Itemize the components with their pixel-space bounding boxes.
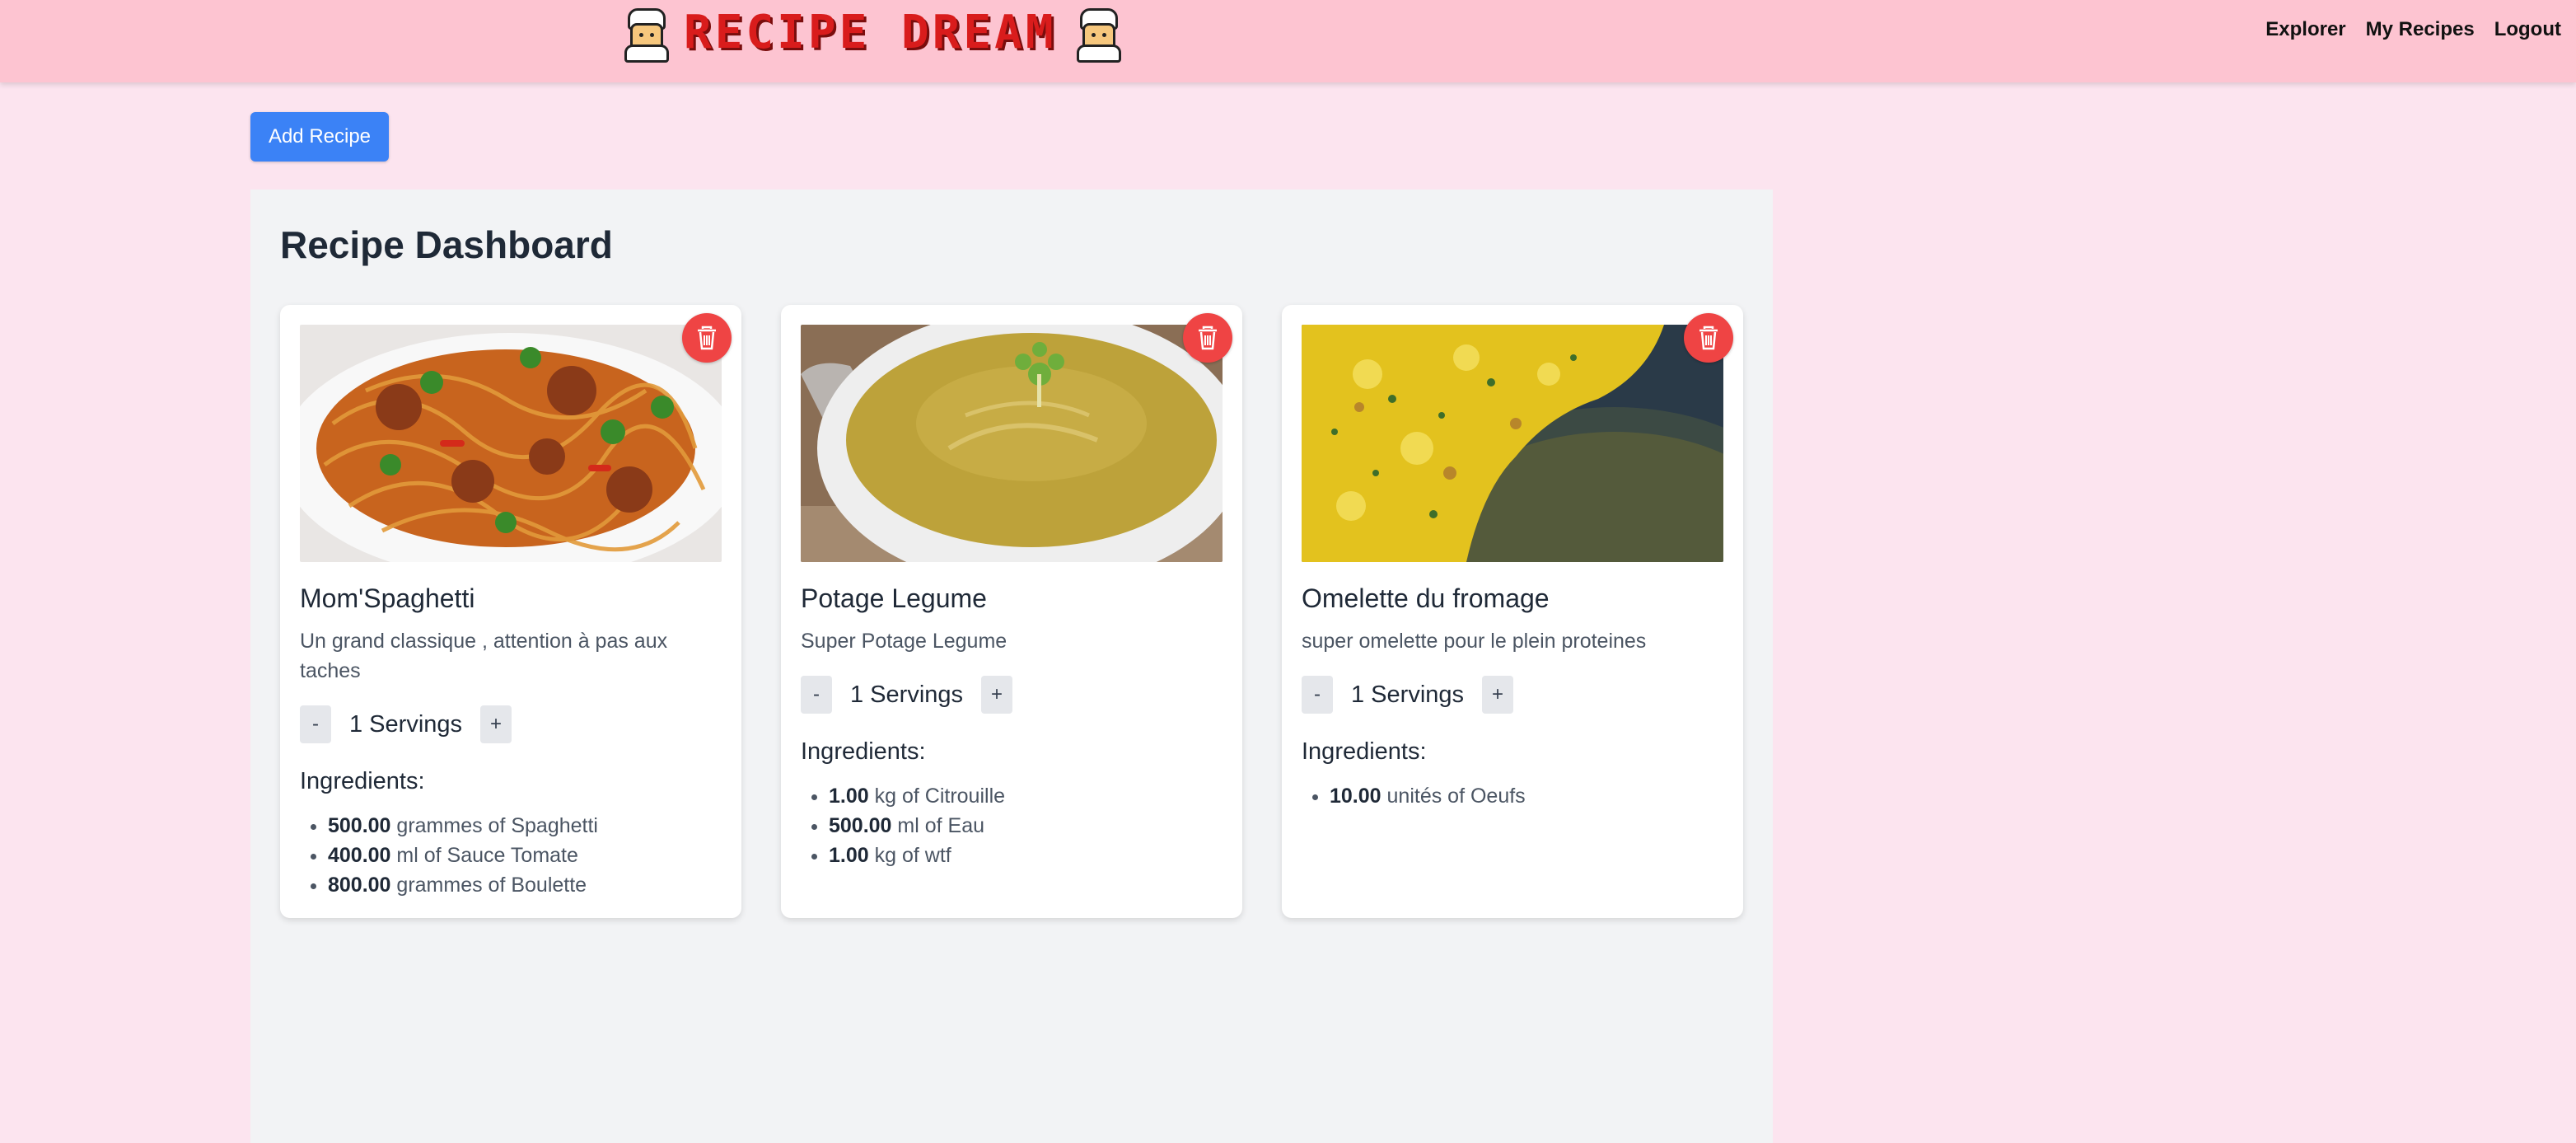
- servings-stepper: - 1 Servings +: [801, 676, 1013, 714]
- servings-count: 1 Servings: [349, 710, 463, 738]
- ingredient-quantity: 500.00: [328, 814, 391, 837]
- trash-icon: [1699, 326, 1718, 350]
- ingredients-heading: Ingredients:: [300, 768, 425, 794]
- delete-recipe-button[interactable]: [1183, 313, 1232, 363]
- servings-stepper: - 1 Servings +: [1302, 676, 1514, 714]
- decrease-servings-button[interactable]: -: [801, 676, 832, 714]
- ingredient-item: 800.00 grammes of Boulette: [328, 870, 598, 900]
- ingredients-heading: Ingredients:: [1302, 738, 1427, 765]
- trash-icon: [698, 326, 716, 350]
- servings-count: 1 Servings: [850, 681, 964, 708]
- ingredient-quantity: 500.00: [829, 814, 892, 837]
- decrease-servings-button[interactable]: -: [1302, 676, 1333, 714]
- dashboard-panel: Recipe Dashboard Mom'Spaghetti Un grand …: [250, 190, 1773, 1143]
- delete-recipe-button[interactable]: [1684, 313, 1733, 363]
- top-header: RECIPE DREAM Explorer My Recipes Logout: [0, 0, 2576, 82]
- ingredient-item: 1.00 kg of wtf: [829, 841, 1005, 870]
- increase-servings-button[interactable]: +: [1482, 676, 1514, 714]
- add-recipe-button[interactable]: Add Recipe: [250, 112, 389, 162]
- increase-servings-button[interactable]: +: [981, 676, 1013, 714]
- nav-my-recipes[interactable]: My Recipes: [2366, 18, 2475, 41]
- decrease-servings-button[interactable]: -: [300, 705, 331, 743]
- ingredient-text: grammes of Boulette: [396, 874, 587, 897]
- ingredients-list: 10.00 unités of Oeufs: [1302, 781, 1526, 811]
- ingredient-quantity: 1.00: [829, 844, 869, 867]
- recipe-description: Un grand classique , attention à pas aux…: [300, 630, 668, 682]
- recipe-image-omelette: [1302, 325, 1723, 562]
- ingredients-heading: Ingredients:: [801, 738, 926, 765]
- recipe-card: Omelette du fromage super omelette pour …: [1282, 305, 1743, 918]
- recipe-title: Potage Legume: [801, 583, 987, 613]
- recipe-title: Mom'Spaghetti: [300, 583, 475, 613]
- page-title: Recipe Dashboard: [280, 223, 613, 266]
- ingredient-item: 500.00 ml of Eau: [829, 811, 1005, 841]
- ingredient-text: unités of Oeufs: [1386, 785, 1526, 808]
- ingredient-item: 10.00 unités of Oeufs: [1330, 781, 1526, 811]
- recipe-card: Potage Legume Super Potage Legume - 1 Se…: [781, 305, 1242, 918]
- nav-logout[interactable]: Logout: [2494, 18, 2561, 41]
- ingredient-quantity: 1.00: [829, 785, 869, 808]
- recipe-description: super omelette pour le plein proteines: [1302, 630, 1647, 653]
- brand-title: RECIPE DREAM: [684, 5, 1057, 59]
- ingredient-text: kg of Citrouille: [874, 785, 1006, 808]
- ingredient-item: 1.00 kg of Citrouille: [829, 781, 1005, 811]
- nav-menu: Explorer My Recipes Logout: [2265, 18, 2561, 41]
- ingredient-text: ml of Sauce Tomate: [396, 844, 578, 867]
- recipe-title: Omelette du fromage: [1302, 583, 1550, 613]
- nav-explorer[interactable]: Explorer: [2265, 18, 2345, 41]
- brand[interactable]: RECIPE DREAM: [619, 5, 1121, 63]
- delete-recipe-button[interactable]: [682, 313, 732, 363]
- ingredient-text: grammes of Spaghetti: [396, 814, 598, 837]
- increase-servings-button[interactable]: +: [480, 705, 512, 743]
- recipe-image-potage: [801, 325, 1223, 562]
- chef-icon: [619, 7, 669, 63]
- ingredient-item: 500.00 grammes of Spaghetti: [328, 811, 598, 841]
- servings-stepper: - 1 Servings +: [300, 705, 512, 743]
- ingredient-text: ml of Eau: [897, 814, 985, 837]
- ingredients-list: 500.00 grammes of Spaghetti 400.00 ml of…: [300, 811, 598, 900]
- ingredient-quantity: 10.00: [1330, 785, 1382, 808]
- ingredient-text: kg of wtf: [874, 844, 951, 867]
- ingredient-item: 400.00 ml of Sauce Tomate: [328, 841, 598, 870]
- trash-icon: [1199, 326, 1217, 350]
- recipe-card: Mom'Spaghetti Un grand classique , atten…: [280, 305, 741, 918]
- recipe-image-spaghetti: [300, 325, 722, 562]
- ingredients-list: 1.00 kg of Citrouille 500.00 ml of Eau 1…: [801, 781, 1005, 870]
- servings-count: 1 Servings: [1351, 681, 1465, 708]
- ingredient-quantity: 800.00: [328, 874, 391, 897]
- recipe-description: Super Potage Legume: [801, 630, 1007, 653]
- ingredient-quantity: 400.00: [328, 844, 391, 867]
- chef-icon: [1072, 7, 1121, 63]
